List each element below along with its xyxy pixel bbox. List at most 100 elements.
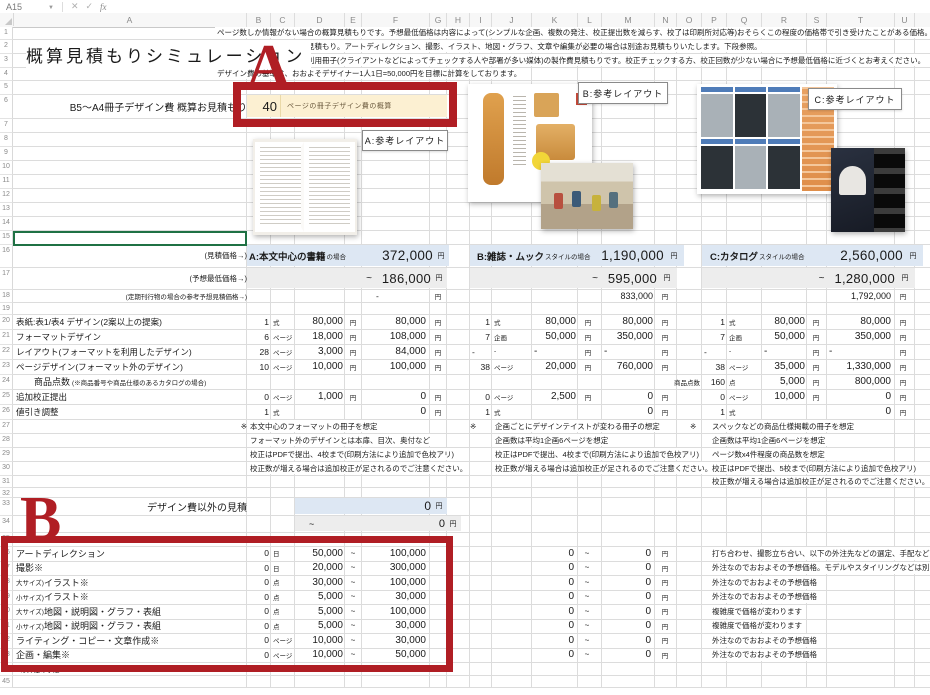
row-number[interactable]: 1 <box>0 27 13 40</box>
note-cell[interactable]: 校正はPDFで提出、5校まで(印刷方法により追加で色校アリ) <box>710 462 918 474</box>
total-cell[interactable]: 80,000 <box>602 315 653 328</box>
row-number[interactable]: 27 <box>0 420 13 434</box>
column-letter[interactable]: C <box>271 13 295 27</box>
row-number[interactable]: 6 <box>0 95 13 119</box>
section-b-min-cell[interactable]: ~595,000円 <box>470 268 677 288</box>
qty-cell[interactable]: 38 <box>702 360 725 373</box>
column-letter[interactable]: E <box>345 13 362 27</box>
item-label[interactable]: 追加校正提出 <box>14 390 69 403</box>
total-cell[interactable]: 350,000 <box>602 330 653 343</box>
row-number[interactable]: 23 <box>0 360 13 375</box>
column-letter[interactable]: O <box>677 13 702 27</box>
note-cell[interactable]: 企画数は平均1企画6ページを想定 <box>710 434 827 446</box>
note-cell[interactable]: 校正数が増える場合は追加校正が足されるのでご注意ください。 <box>493 462 714 474</box>
column-letter[interactable]: D <box>295 13 345 27</box>
qty-cell[interactable]: 0 <box>247 390 269 403</box>
row-number[interactable]: 4 <box>0 68 13 81</box>
row-number[interactable]: 22 <box>0 345 13 360</box>
other-estimate-cell[interactable]: 0円 <box>295 498 447 514</box>
total-cell[interactable]: - <box>829 345 891 358</box>
unit-price-cell[interactable]: 80,000 <box>295 315 343 328</box>
column-letter[interactable]: R <box>762 13 807 27</box>
item-label[interactable]: フォーマットデザイン <box>14 330 103 343</box>
qty-cell[interactable]: 6 <box>247 330 269 343</box>
total-cell[interactable]: 0 <box>362 405 426 418</box>
cancel-icon[interactable]: ✕ <box>71 1 79 12</box>
column-letter[interactable]: T <box>827 13 895 27</box>
option-qty-b[interactable]: 0 <box>532 576 574 589</box>
column-letter[interactable]: H <box>447 13 470 27</box>
section-a-price-cell[interactable]: A:本文中心の書籍の場合372,000円 <box>247 245 449 266</box>
section-b-periodical[interactable]: 833,000 <box>602 290 653 301</box>
option-total-b[interactable]: 0 <box>602 634 651 647</box>
option-total-b[interactable]: 0 <box>602 591 651 604</box>
note-cell[interactable]: ページ数しか情報がない場合の概算見積もりです。予想最低価格は内容によって(シンプ… <box>215 27 930 38</box>
option-qty-b[interactable]: 0 <box>532 562 574 575</box>
qty-cell[interactable]: 38 <box>468 360 490 373</box>
qty-cell[interactable]: 1 <box>247 405 269 418</box>
row-number[interactable]: 5 <box>0 81 13 95</box>
unit-price-cell[interactable]: 18,000 <box>295 330 343 343</box>
total-cell[interactable]: 108,000 <box>362 330 426 343</box>
total-cell[interactable]: 760,000 <box>602 360 653 373</box>
section-c-price-cell[interactable]: C:カタログスタイルの場合2,560,000円 <box>702 245 923 266</box>
unit-price-cell[interactable]: 3,000 <box>295 345 343 358</box>
column-letter[interactable]: Q <box>727 13 762 27</box>
row-number[interactable]: 31 <box>0 476 13 488</box>
column-letter[interactable]: P <box>702 13 727 27</box>
row-number[interactable]: 13 <box>0 203 13 217</box>
name-box-dropdown-icon[interactable]: ▼ <box>48 5 54 11</box>
total-cell[interactable]: 0 <box>827 390 891 403</box>
column-letter[interactable]: B <box>247 13 271 27</box>
qty-cell[interactable]: 1 <box>702 315 725 328</box>
row-number[interactable]: 7 <box>0 119 13 133</box>
unit-price-cell[interactable]: 10,000 <box>762 390 805 403</box>
option-total-b[interactable]: 0 <box>602 605 651 618</box>
option-qty-b[interactable]: 0 <box>532 547 574 560</box>
note-cell[interactable]: 校正はPDFで提出、4校まで(印刷方法により追加で色校アリ) <box>493 448 701 460</box>
total-cell[interactable]: 1,330,000 <box>827 360 891 373</box>
section-a-min-cell[interactable]: ~186,000円 <box>247 268 447 288</box>
option-total-b[interactable]: 0 <box>602 649 651 662</box>
qty-cell[interactable]: 7 <box>702 330 725 343</box>
qty-cell[interactable]: 28 <box>247 345 269 358</box>
row-number[interactable]: 21 <box>0 330 13 345</box>
unit-price-cell[interactable]: 5,000 <box>762 375 805 388</box>
unit-price-cell[interactable]: 80,000 <box>762 315 805 328</box>
row-number[interactable]: 15 <box>0 231 13 245</box>
qty-cell[interactable]: 0 <box>702 390 725 403</box>
row-number[interactable]: 33 <box>0 498 13 516</box>
note-cell[interactable]: 校正数が増える場合は追加校正が足されるのでご注意ください。 <box>248 462 469 474</box>
column-letter[interactable]: F <box>362 13 430 27</box>
section-c-periodical[interactable]: 1,792,000 <box>827 290 891 301</box>
option-total-b[interactable]: 0 <box>602 620 651 633</box>
option-total-b[interactable]: 0 <box>602 547 651 560</box>
column-letter[interactable]: I <box>470 13 492 27</box>
qty-cell[interactable]: 1 <box>247 315 269 328</box>
total-cell[interactable]: 80,000 <box>827 315 891 328</box>
column-letter[interactable]: N <box>655 13 677 27</box>
section-c-min-cell[interactable]: ~1,280,000円 <box>702 268 915 288</box>
row-number[interactable]: 17 <box>0 268 13 290</box>
row-number[interactable]: 45 <box>0 676 13 688</box>
total-cell[interactable]: 800,000 <box>827 375 891 388</box>
row-number[interactable]: 11 <box>0 175 13 189</box>
option-qty-b[interactable]: 0 <box>532 605 574 618</box>
row-number[interactable]: 28 <box>0 434 13 448</box>
total-cell[interactable]: 350,000 <box>827 330 891 343</box>
note-cell[interactable]: スペックなどの商品仕様掲載の冊子を想定 <box>710 420 856 432</box>
note-cell[interactable]: 校正数が増える場合は追加校正が足されるのでご注意ください。 <box>710 476 930 486</box>
qty-cell[interactable]: 160 <box>702 375 725 388</box>
row-number[interactable]: 12 <box>0 189 13 203</box>
row-number[interactable]: 19 <box>0 303 13 315</box>
qty-cell[interactable]: - <box>704 345 725 358</box>
row-number[interactable]: 20 <box>0 315 13 330</box>
row-number[interactable]: 24 <box>0 375 13 390</box>
column-letter[interactable]: M <box>602 13 655 27</box>
unit-price-cell[interactable]: 1,000 <box>295 390 343 403</box>
unit-price-cell[interactable]: 50,000 <box>532 330 576 343</box>
unit-price-cell[interactable]: 20,000 <box>532 360 576 373</box>
note-cell[interactable]: 企画数は平均1企画6ページを想定 <box>493 434 610 446</box>
qty-cell[interactable]: 1 <box>468 315 490 328</box>
item-label[interactable]: 商品点数(※商品番号や商品仕様のあるカタログの場合) <box>32 375 208 388</box>
